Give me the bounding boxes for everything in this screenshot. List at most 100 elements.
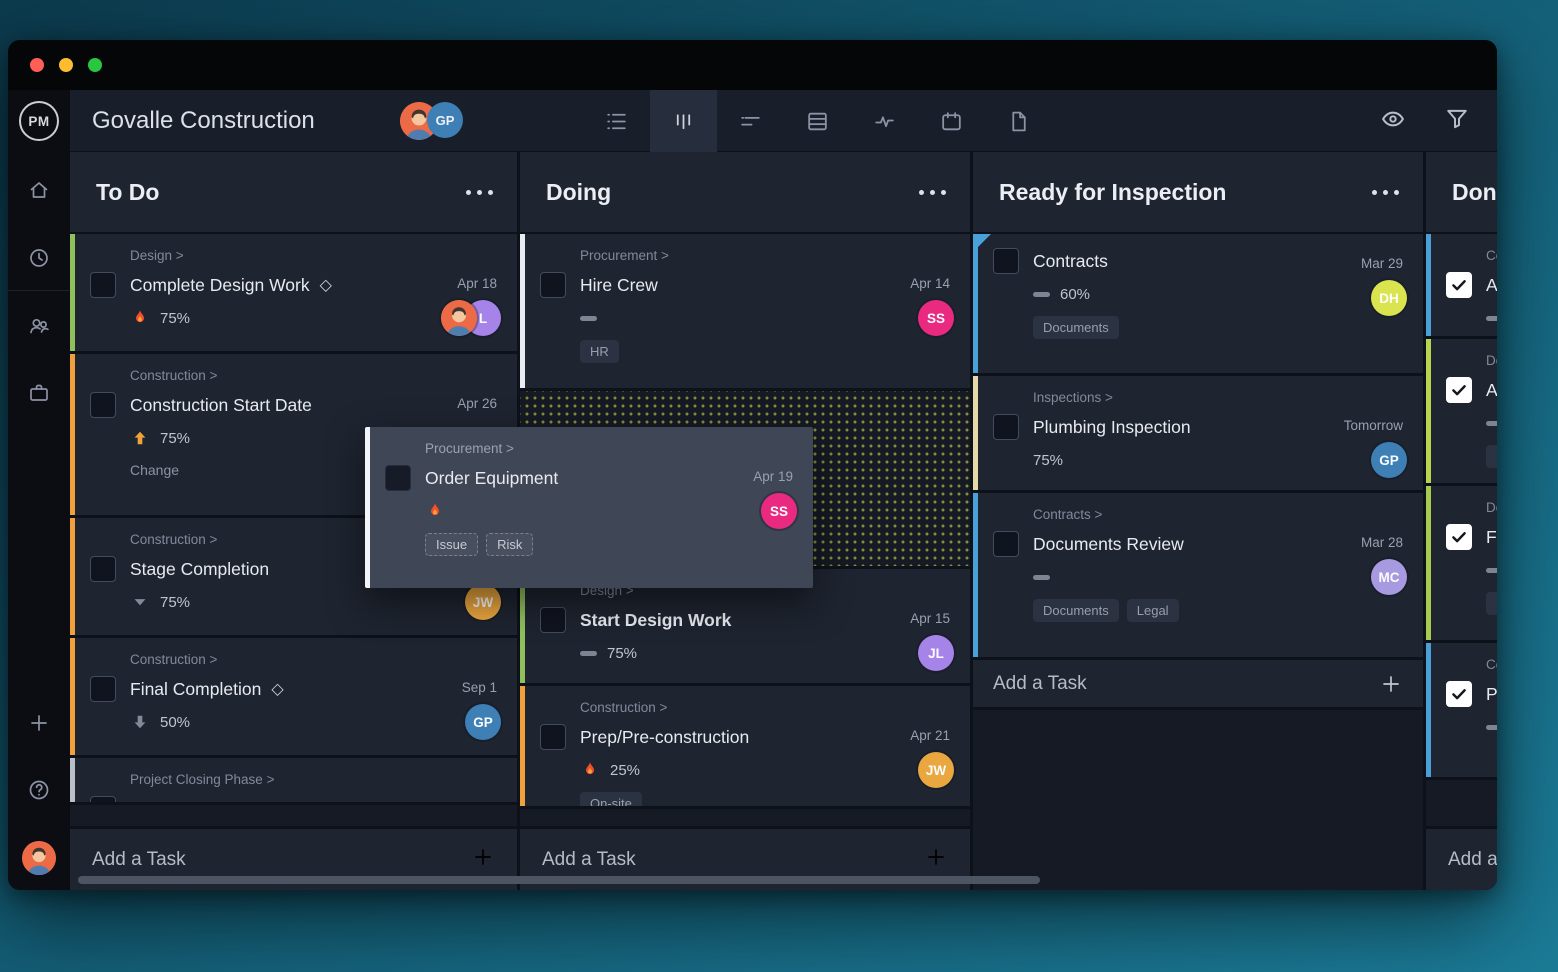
milestone-diamond-icon: ◇ [320, 275, 332, 295]
task-checkbox[interactable] [1446, 272, 1472, 298]
task-card[interactable]: Construction >Prep/Pre-construction25%On… [520, 686, 970, 809]
task-breadcrumb[interactable]: Project Closing Phase > [130, 772, 501, 787]
task-breadcrumb[interactable]: Co [1486, 657, 1497, 672]
task-checkbox[interactable] [90, 796, 116, 805]
assignee-avatar: JL [918, 635, 954, 671]
fire-icon [580, 760, 600, 780]
task-breadcrumb[interactable]: De [1486, 500, 1497, 515]
sidebar-item-plus[interactable] [8, 703, 70, 743]
project-members: GP [400, 102, 463, 140]
task-card[interactable]: Procurement >Hire CrewHRApr 14SS [520, 234, 970, 391]
assignees: DH [1371, 280, 1407, 316]
task-breadcrumb[interactable]: Construction > [130, 652, 501, 667]
column-menu-button[interactable] [1370, 184, 1401, 201]
column-menu-button[interactable] [464, 184, 495, 201]
app-sidebar [8, 152, 70, 890]
sidebar-item-help[interactable] [8, 770, 70, 810]
sidebar-item-team[interactable] [8, 306, 70, 346]
task-title-row: Ap [1446, 377, 1497, 403]
close-window-button[interactable] [30, 58, 44, 72]
sidebar-item-home[interactable] [8, 170, 70, 210]
column-menu-button[interactable] [917, 184, 948, 201]
task-checkbox[interactable] [385, 465, 411, 491]
task-card[interactable]: Construction >Final Completion◇50%Sep 1G… [70, 638, 517, 758]
task-checkbox[interactable] [90, 392, 116, 418]
task-card[interactable]: Contracts >Documents ReviewDocumentsLega… [973, 493, 1423, 660]
view-tool-file-view[interactable] [985, 90, 1052, 152]
view-tool-board-view[interactable] [650, 90, 717, 152]
task-card[interactable]: DeFeD [1426, 486, 1497, 643]
task-checkbox[interactable] [1446, 377, 1472, 403]
task-breadcrumb[interactable]: Design > [130, 248, 501, 263]
tag: Risk [486, 533, 533, 556]
header-tool-eye[interactable] [1379, 105, 1407, 138]
add-task-button[interactable]: Add a Task [973, 660, 1423, 710]
task-checkbox[interactable] [90, 272, 116, 298]
progress-dash-icon [1486, 421, 1497, 426]
app-logo-block[interactable]: PM [8, 90, 70, 152]
horizontal-scrollbar[interactable] [78, 876, 1040, 884]
task-breadcrumb[interactable]: Procurement > [580, 248, 954, 263]
add-task-label: Add a Task [542, 849, 924, 871]
task-card[interactable]: CoAv [1426, 234, 1497, 339]
task-card[interactable]: Design >Complete Design Work◇75%Apr 18L [70, 234, 517, 354]
task-card[interactable]: CoPr [1426, 643, 1497, 780]
task-title: Fe [1486, 527, 1497, 548]
header-tool-filter[interactable] [1443, 105, 1471, 138]
task-checkbox[interactable] [993, 414, 1019, 440]
sidebar-item-profile[interactable] [8, 838, 70, 878]
add-task-button[interactable]: Add a Task [1426, 826, 1497, 890]
view-tool-activity-view[interactable] [851, 90, 918, 152]
card-accent-strip [520, 686, 525, 806]
zoom-window-button[interactable] [88, 58, 102, 72]
task-checkbox[interactable] [993, 248, 1019, 274]
task-title-row: ◇ [90, 796, 501, 805]
task-progress [1486, 560, 1497, 580]
task-checkbox[interactable] [993, 531, 1019, 557]
tag: Documents [1033, 316, 1119, 339]
task-progress: 25% [580, 760, 954, 780]
task-card[interactable]: Project Closing Phase > ◇ [70, 758, 517, 805]
task-checkbox[interactable] [540, 272, 566, 298]
task-checkbox[interactable] [90, 556, 116, 582]
task-checkbox[interactable] [90, 676, 116, 702]
card-body: DeFeD [1426, 486, 1497, 625]
due-date: Apr 21 [910, 728, 950, 743]
progress-dash-icon [1486, 568, 1497, 573]
task-checkbox[interactable] [540, 607, 566, 633]
milestone-diamond-icon: ◇ [140, 799, 152, 805]
task-card[interactable]: Inspections >Plumbing Inspection75%Tomor… [973, 376, 1423, 493]
fire-icon [130, 308, 150, 328]
task-checkbox[interactable] [540, 724, 566, 750]
task-checkbox[interactable] [1446, 681, 1472, 707]
column-title: Doing [546, 179, 917, 206]
column-ready-for-inspection: Ready for InspectionContracts60%Document… [973, 152, 1423, 890]
task-breadcrumb[interactable]: Inspections > [1033, 390, 1407, 405]
task-breadcrumb[interactable]: Co [1486, 248, 1497, 263]
view-tool-list-view[interactable] [583, 90, 650, 152]
dragged-task-card[interactable]: Procurement >Order EquipmentIssueRiskApr… [365, 427, 813, 588]
minimize-window-button[interactable] [59, 58, 73, 72]
sidebar-item-clock[interactable] [8, 238, 70, 278]
card-body: Contracts >Documents ReviewDocumentsLega… [973, 493, 1423, 632]
progress-dash-icon [1033, 292, 1050, 297]
view-tool-table-view[interactable] [784, 90, 851, 152]
task-breadcrumb[interactable]: De [1486, 353, 1497, 368]
sidebar-item-briefcase[interactable] [8, 373, 70, 413]
task-card[interactable]: Contracts60%DocumentsMar 29DH [973, 234, 1423, 376]
task-progress: 50% [130, 712, 501, 732]
check-icon [1450, 276, 1468, 294]
task-card[interactable]: DeApD [1426, 339, 1497, 486]
task-breadcrumb[interactable]: Construction > [130, 368, 501, 383]
task-breadcrumb[interactable]: Contracts > [1033, 507, 1407, 522]
view-tool-calendar-view[interactable] [918, 90, 985, 152]
task-progress: 75% [1033, 450, 1407, 470]
task-breadcrumb[interactable]: Procurement > [425, 441, 797, 456]
task-checkbox[interactable] [1446, 524, 1472, 550]
due-date: Sep 1 [462, 680, 497, 695]
sidebar-divider [8, 290, 70, 291]
card-body: CoPr [1426, 643, 1497, 747]
task-title: Hire Crew [580, 275, 658, 296]
view-tool-gantt-view[interactable] [717, 90, 784, 152]
task-breadcrumb[interactable]: Construction > [580, 700, 954, 715]
